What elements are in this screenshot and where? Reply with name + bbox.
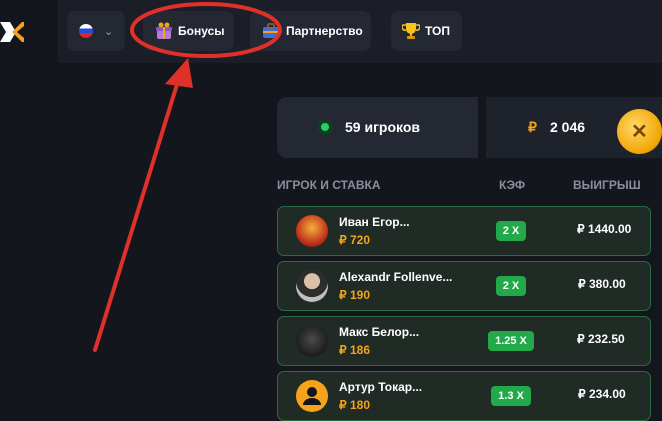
table-row: Макс Белор... ₽ 186 1.25 X ₽ 232.50 bbox=[277, 316, 651, 366]
win-amount: ₽ 1440.00 bbox=[577, 222, 632, 236]
default-user-icon bbox=[296, 380, 328, 412]
avatar bbox=[296, 270, 328, 302]
briefcase-icon bbox=[263, 23, 279, 38]
coef-badge: 2 X bbox=[496, 276, 526, 296]
nav-bonuses-button[interactable]: Бонусы bbox=[143, 11, 234, 51]
player-name: Alexandr Follenve... bbox=[339, 270, 453, 284]
players-count: 59 игроков bbox=[345, 119, 420, 135]
gift-icon bbox=[156, 22, 172, 39]
win-amount: ₽ 380.00 bbox=[578, 277, 626, 291]
win-amount: ₽ 234.00 bbox=[578, 387, 626, 401]
table-row: Иван Егор... ₽ 720 2 X ₽ 1440.00 bbox=[277, 206, 651, 256]
bank-amount: 2 046 bbox=[550, 119, 586, 135]
coin-icon: ✕ bbox=[617, 109, 662, 154]
avatar bbox=[296, 215, 328, 247]
coef-badge: 2 X bbox=[496, 221, 526, 241]
live-indicator-icon bbox=[317, 119, 333, 135]
player-name: Макс Белор... bbox=[339, 325, 420, 339]
win-amount: ₽ 232.50 bbox=[577, 332, 625, 346]
nav-top-label: ТОП bbox=[425, 24, 450, 38]
ruble-icon: ₽ bbox=[528, 119, 537, 135]
coef-badge: 1.25 X bbox=[488, 331, 534, 351]
language-selector[interactable]: ⌄ bbox=[67, 11, 125, 51]
chevron-down-icon: ⌄ bbox=[104, 26, 114, 38]
players-count-panel: 59 игроков bbox=[277, 97, 478, 158]
nav-partnership-button[interactable]: Партнерство bbox=[250, 11, 371, 51]
header-win: ВЫИГРЫШ bbox=[573, 178, 641, 192]
player-name: Артур Токар... bbox=[339, 380, 423, 394]
coef-badge: 1.3 X bbox=[491, 386, 531, 406]
header-player-bet: ИГРОК И СТАВКА bbox=[277, 178, 381, 192]
table-row: Alexandr Follenve... ₽ 190 2 X ₽ 380.00 bbox=[277, 261, 651, 311]
player-bet: ₽ 190 bbox=[339, 288, 370, 302]
russia-flag-icon bbox=[79, 24, 93, 38]
player-bet: ₽ 180 bbox=[339, 398, 370, 412]
nav-bonuses-label: Бонусы bbox=[178, 24, 225, 38]
logo-icon[interactable] bbox=[0, 14, 24, 50]
header-coef: КЭФ bbox=[499, 178, 526, 192]
nav-top-button[interactable]: ТОП bbox=[391, 11, 462, 51]
player-bet: ₽ 186 bbox=[339, 343, 370, 357]
avatar bbox=[296, 325, 328, 357]
trophy-icon bbox=[402, 23, 420, 39]
nav-partnership-label: Партнерство bbox=[286, 24, 363, 38]
table-row: Артур Токар... ₽ 180 1.3 X ₽ 234.00 bbox=[277, 371, 651, 421]
player-bet: ₽ 720 bbox=[339, 233, 370, 247]
player-name: Иван Егор... bbox=[339, 215, 410, 229]
left-sidebar bbox=[0, 63, 58, 412]
